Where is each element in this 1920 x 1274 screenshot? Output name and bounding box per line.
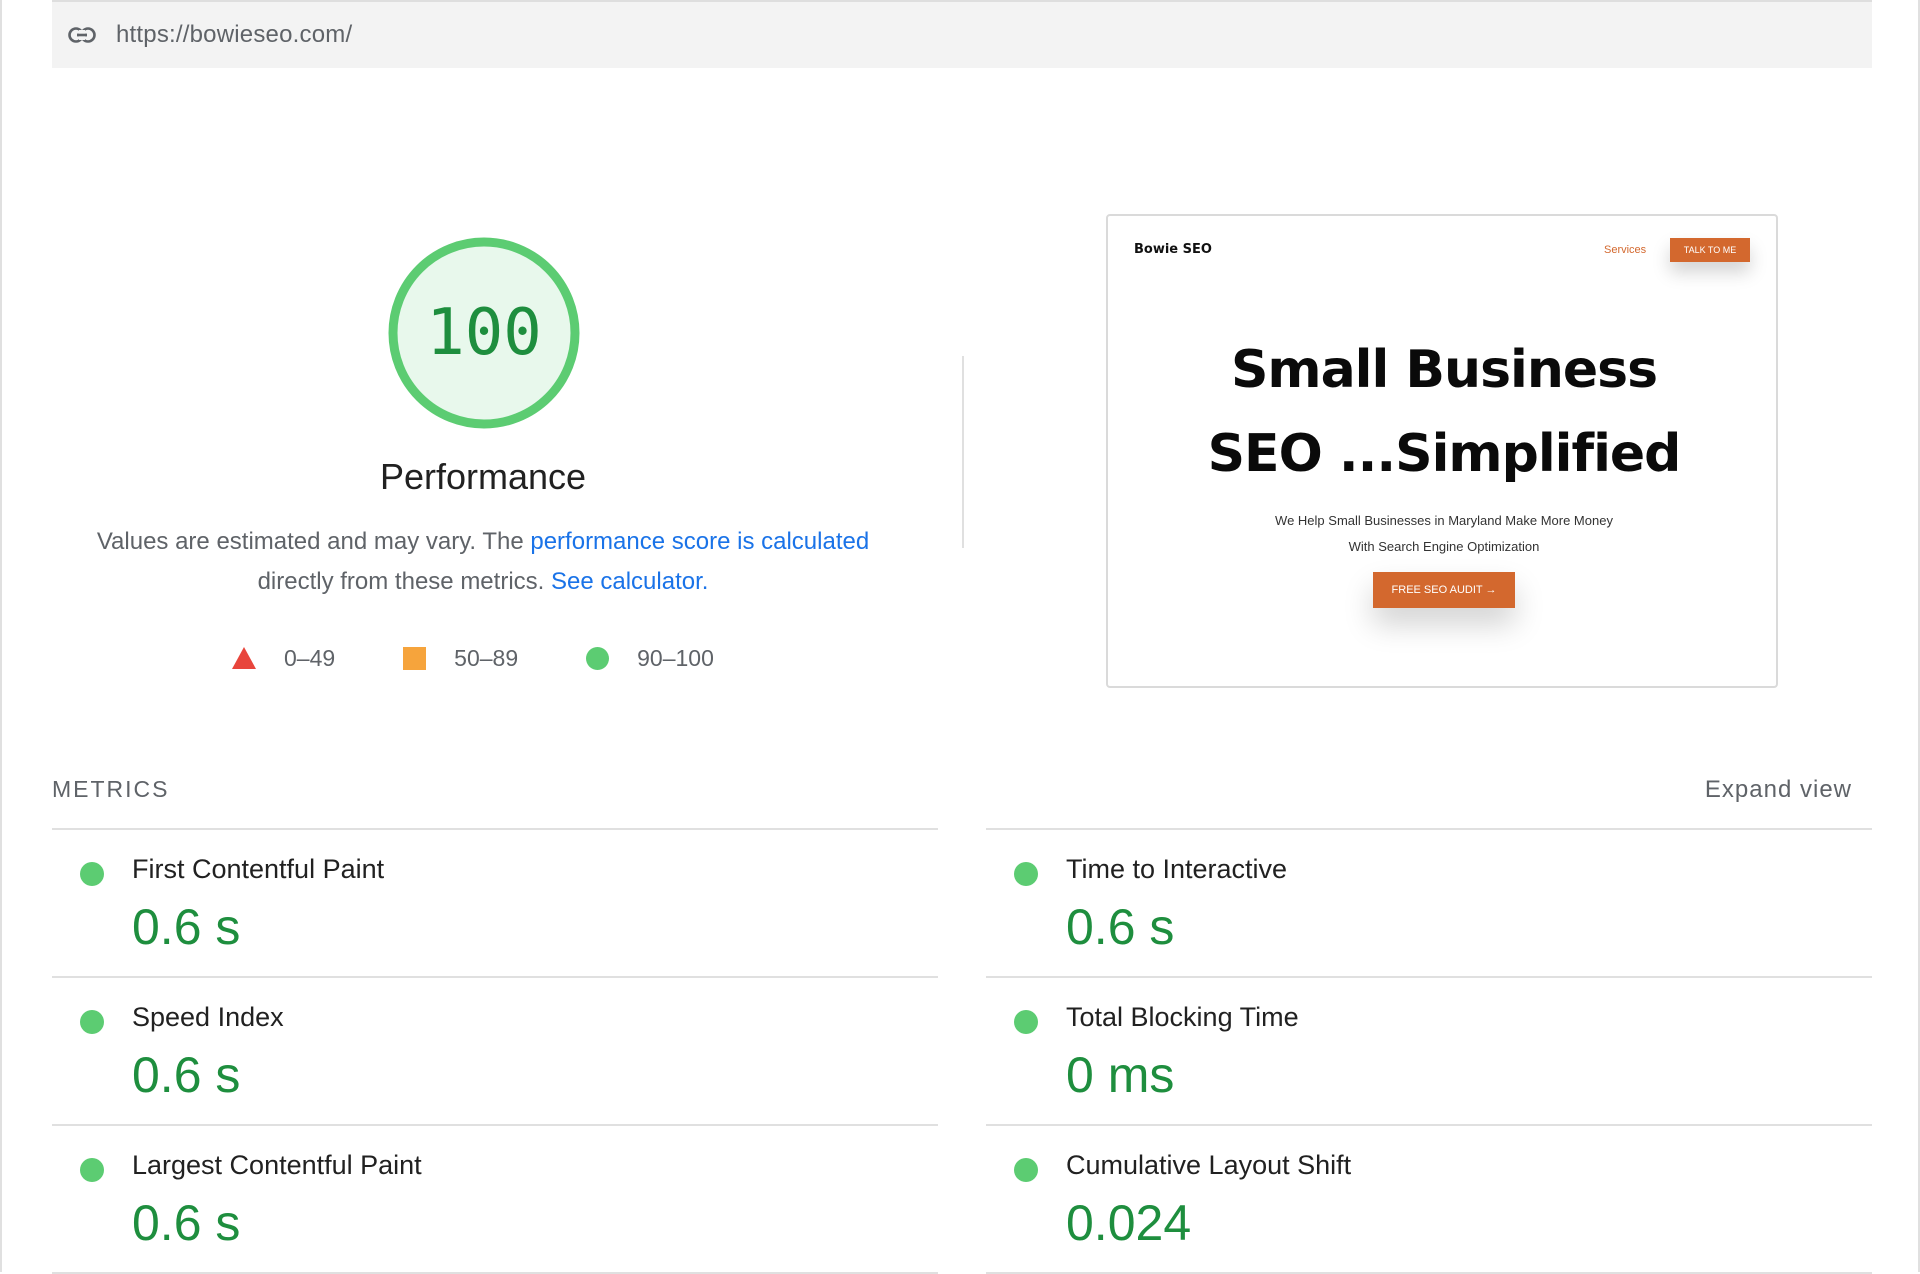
metrics-column-right: Time to Interactive 0.6 s Total Blocking… [986,828,1872,1274]
score-calculated-link[interactable]: performance score is calculated [530,528,869,555]
site-talk-button: TALK TO ME [1670,238,1750,262]
legend-fail: 0–49 [232,645,335,672]
metric-value: 0.6 s [132,1195,241,1251]
metric-value: 0 ms [1066,1047,1175,1103]
metric-cumulative-layout-shift: Cumulative Layout Shift 0.024 [986,1124,1872,1272]
metric-value: 0.6 s [1066,899,1175,955]
square-icon [403,646,427,670]
metric-value: 0.6 s [132,899,241,955]
pass-circle-icon [1014,862,1038,886]
site-nav-services: Services [1604,244,1647,256]
metric-title: Time to Interactive [1066,854,1288,884]
metric-title: Total Blocking Time [1066,1002,1299,1032]
metric-title: Largest Contentful Paint [132,1150,422,1180]
score-legend: 0–49 50–89 90–100 [232,640,782,676]
triangle-icon [232,647,256,669]
score-description: Values are estimated and may vary. The p… [62,522,904,602]
circle-icon [586,646,610,670]
metric-first-contentful-paint: First Contentful Paint 0.6 s [52,828,938,976]
site-subheading: We Help Small Businesses in Maryland Mak… [1108,508,1776,560]
legend-pass: 90–100 [586,645,714,672]
hero-line-2: SEO ...Simplified [1207,424,1682,484]
metric-time-to-interactive: Time to Interactive 0.6 s [986,828,1872,976]
legend-average: 50–89 [403,645,518,672]
final-screenshot[interactable]: Bowie SEO Services TALK TO ME Small Busi… [1106,214,1778,688]
pass-circle-icon [1014,1158,1038,1182]
pass-circle-icon [80,862,104,886]
desc-middle: directly from these metrics. [257,568,551,595]
metric-title: Cumulative Layout Shift [1066,1150,1352,1180]
site-brand: Bowie SEO [1134,242,1212,257]
legend-average-label: 50–89 [454,644,519,671]
metric-value: 0.024 [1066,1195,1192,1251]
sub-line-2: With Search Engine Optimization [1348,539,1540,554]
metrics-header: METRICS [52,776,170,802]
hero-line-1: Small Business [1230,340,1658,400]
pass-circle-icon [1014,1010,1038,1034]
performance-score: 100 [426,296,542,370]
report-frame: https://bowieseo.com/ 100 Performance Va… [0,0,1920,1274]
legend-fail-label: 0–49 [284,644,336,671]
metric-speed-index: Speed Index 0.6 s [52,976,938,1124]
desc-prefix: Values are estimated and may vary. The [96,528,531,555]
sub-line-1: We Help Small Businesses in Maryland Mak… [1275,513,1613,528]
page-url[interactable]: https://bowieseo.com/ [116,21,352,49]
section-divider [962,356,964,548]
pass-circle-icon [80,1010,104,1034]
pass-circle-icon [80,1158,104,1182]
see-calculator-link[interactable]: See calculator. [551,568,708,595]
metric-title: Speed Index [132,1002,284,1032]
metric-total-blocking-time: Total Blocking Time 0 ms [986,976,1872,1124]
metric-largest-contentful-paint: Largest Contentful Paint 0.6 s [52,1124,938,1272]
gauge-title: Performance [379,456,587,497]
url-bar: https://bowieseo.com/ [52,0,1872,68]
site-audit-button: FREE SEO AUDIT → [1373,572,1515,608]
site-hero-heading: Small Business SEO ...Simplified [1108,328,1776,496]
metric-value: 0.6 s [132,1047,241,1103]
expand-view-toggle[interactable]: Expand view [1705,776,1852,804]
legend-pass-label: 90–100 [637,644,714,671]
metric-title: First Contentful Paint [132,854,385,884]
metrics-column-left: First Contentful Paint 0.6 s Speed Index… [52,828,938,1274]
link-icon [68,24,98,46]
